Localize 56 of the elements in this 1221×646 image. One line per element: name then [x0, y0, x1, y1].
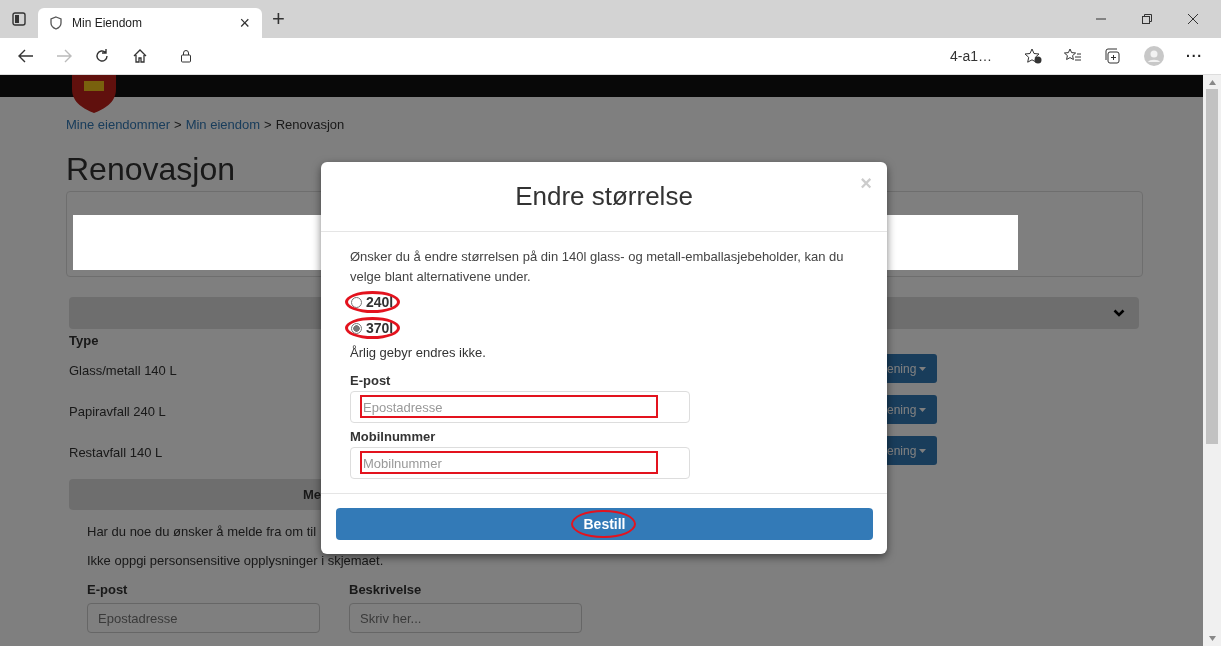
- intro-text: Ønsker du å endre størrelsen på din 140l glass- og metall-emballasjebeholder, kan du velge blant alternativene under.: [350, 248, 845, 286]
- table-cell: Papiravfall 240 L: [69, 402, 166, 421]
- field-label: E-post: [350, 373, 392, 390]
- radio-button[interactable]: [351, 296, 362, 308]
- collections-icon[interactable]: [1104, 48, 1122, 64]
- breadcrumb-separator: >: [264, 117, 272, 133]
- input-field[interactable]: Epostadresse: [87, 603, 320, 633]
- dropdown-button[interactable]: ening: [887, 436, 937, 465]
- dropdown-button[interactable]: ening: [887, 395, 937, 424]
- browser-tab[interactable]: Min Eiendom ×: [38, 8, 262, 38]
- shield-icon: [50, 16, 62, 30]
- input-field[interactable]: Skriv her...: [349, 603, 582, 633]
- table-cell: Glass/metall 140 L: [69, 361, 177, 380]
- favorites-icon[interactable]: [1064, 48, 1082, 64]
- modal-title: Endre størrelse: [515, 181, 693, 212]
- lock-icon: [180, 49, 192, 63]
- breadcrumb-current: Renovasjon: [275, 117, 345, 133]
- caret-icon: [919, 448, 927, 453]
- paragraph: Ikke oppgi personsensitive opplysninger i skjemaet.: [87, 554, 385, 568]
- option-label: 240l: [366, 294, 394, 310]
- breadcrumb-link[interactable]: Mine eiendommer: [66, 117, 171, 133]
- new-tab-button[interactable]: +: [272, 6, 285, 32]
- scroll-down-icon[interactable]: [1208, 636, 1216, 641]
- close-icon[interactable]: [1187, 13, 1199, 25]
- scrollbar-thumb[interactable]: [1206, 89, 1218, 444]
- caret-icon: [919, 366, 927, 371]
- chevron-down-icon[interactable]: [1113, 308, 1125, 318]
- table-cell: Restavfall 140 L: [69, 443, 163, 462]
- restore-icon[interactable]: [1141, 13, 1153, 25]
- breadcrumb-separator: >: [174, 117, 182, 133]
- address-text: 4-a1…: [949, 48, 992, 64]
- note-text: Årlig gebyr endres ikke.: [350, 345, 487, 362]
- tab-actions-icon[interactable]: [12, 12, 26, 26]
- close-tab-button[interactable]: ×: [239, 12, 250, 34]
- option-label: 370l: [366, 320, 394, 336]
- menu-button[interactable]: ···: [1186, 48, 1203, 64]
- home-icon[interactable]: [132, 48, 148, 64]
- radio-button[interactable]: [351, 322, 362, 334]
- scrollbar[interactable]: [1203, 75, 1221, 646]
- column-header: Type: [69, 332, 100, 350]
- address-bar[interactable]: 4-a1…: [170, 42, 1002, 70]
- scroll-up-icon[interactable]: [1208, 80, 1216, 85]
- back-icon[interactable]: [18, 49, 34, 63]
- order-button[interactable]: Bestill: [336, 508, 873, 540]
- field-label: Mobilnummer: [350, 429, 437, 446]
- paragraph: Har du noe du ønsker å melde fra om til: [87, 525, 318, 539]
- shield-logo-icon: [70, 75, 118, 113]
- field-label: E-post: [87, 582, 129, 597]
- refresh-icon[interactable]: [94, 48, 110, 64]
- dropdown-button[interactable]: ening: [887, 354, 937, 383]
- breadcrumb-link[interactable]: Min eiendom: [185, 117, 261, 133]
- caret-icon: [919, 407, 927, 412]
- section-header: Me: [69, 479, 321, 510]
- add-favorite-icon[interactable]: [1024, 48, 1042, 64]
- page-title: Renovasjon: [66, 150, 235, 189]
- field-label: Beskrivelse: [349, 582, 423, 597]
